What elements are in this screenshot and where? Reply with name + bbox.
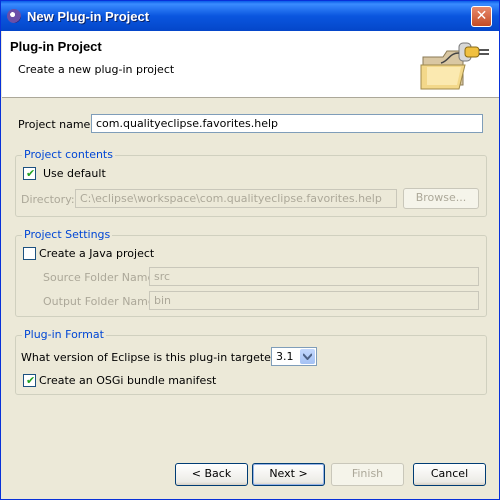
- page-title: Plug-in Project: [10, 39, 102, 54]
- java-project-checkbox[interactable]: [23, 247, 36, 260]
- next-button[interactable]: Next >: [252, 463, 325, 486]
- project-name-input[interactable]: com.qualityeclipse.favorites.help: [91, 114, 483, 133]
- project-name-label: Project name:: [18, 118, 95, 131]
- eclipse-version-select[interactable]: 3.1: [271, 347, 317, 366]
- new-plugin-project-dialog: New Plug-in Project ✕ Plug-in Project Cr…: [0, 0, 500, 500]
- checkmark-icon: ✔: [26, 374, 36, 387]
- source-folder-input[interactable]: src: [149, 267, 479, 286]
- use-default-label: Use default: [43, 167, 106, 180]
- directory-label: Directory:: [21, 193, 75, 206]
- source-folder-label: Source Folder Name:: [43, 271, 158, 284]
- output-folder-input[interactable]: bin: [149, 291, 479, 310]
- version-selected-value: 3.1: [276, 350, 294, 363]
- wizard-header: Plug-in Project Create a new plug-in pro…: [2, 31, 499, 98]
- dropdown-arrow-icon[interactable]: [300, 349, 315, 364]
- version-question-label: What version of Eclipse is this plug-in …: [21, 351, 303, 364]
- checkmark-icon: ✔: [26, 167, 36, 180]
- project-contents-title: Project contents: [22, 148, 115, 161]
- title-bar[interactable]: New Plug-in Project ✕: [1, 1, 499, 31]
- osgi-manifest-label: Create an OSGi bundle manifest: [39, 374, 217, 387]
- output-folder-label: Output Folder Name:: [43, 295, 159, 308]
- java-project-label: Create a Java project: [39, 247, 155, 260]
- cancel-button[interactable]: Cancel: [413, 463, 486, 486]
- close-button[interactable]: ✕: [471, 6, 492, 27]
- use-default-checkbox[interactable]: ✔: [23, 167, 36, 180]
- browse-button[interactable]: Browse...: [403, 188, 479, 209]
- back-button[interactable]: < Back: [175, 463, 248, 486]
- directory-input[interactable]: C:\eclipse\workspace\com.qualityeclipse.…: [75, 189, 397, 208]
- window-title: New Plug-in Project: [27, 9, 150, 24]
- eclipse-logo-icon: [7, 9, 21, 23]
- finish-button[interactable]: Finish: [331, 463, 404, 486]
- page-description: Create a new plug-in project: [18, 63, 175, 76]
- plugin-format-title: Plug-in Format: [22, 328, 106, 341]
- osgi-manifest-checkbox[interactable]: ✔: [23, 374, 36, 387]
- new-plugin-folder-wizard-icon: [420, 42, 489, 90]
- project-settings-title: Project Settings: [22, 228, 113, 241]
